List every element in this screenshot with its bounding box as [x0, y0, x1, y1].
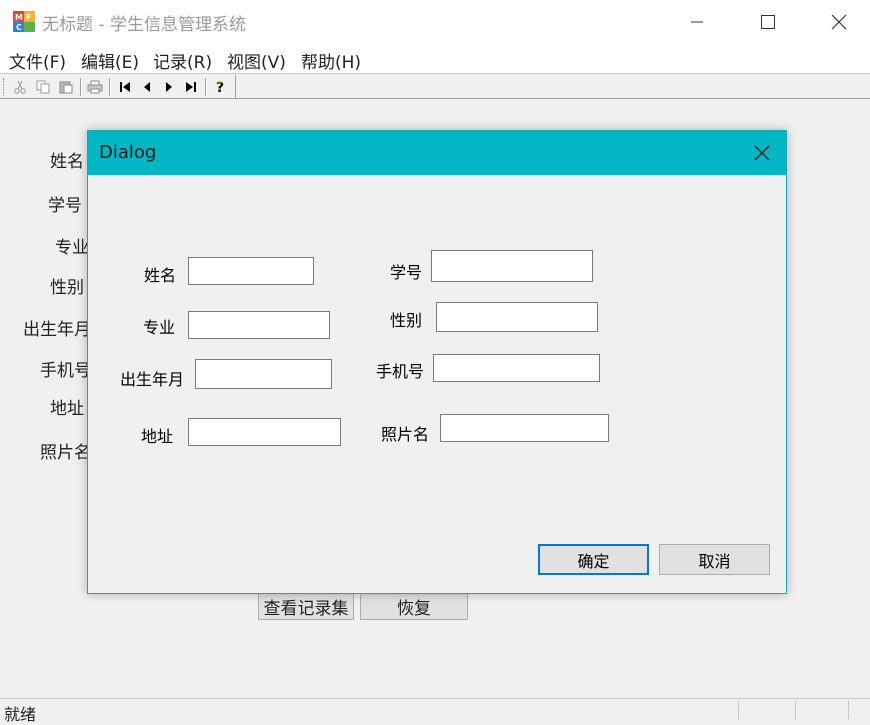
title-bar: M F C 无标题 - 学生信息管理系统: [0, 0, 870, 44]
menu-file[interactable]: 文件(F): [9, 48, 66, 73]
label-address: 地址: [141, 427, 174, 446]
bg-label-gender: 性别: [50, 278, 84, 298]
paste-icon[interactable]: [56, 77, 76, 97]
close-icon: [831, 14, 847, 30]
toolbar-separator: [205, 78, 207, 96]
app-icon: M F C: [12, 9, 36, 33]
toolbar-separator: [80, 78, 82, 96]
label-birth: 出生年月: [120, 370, 185, 389]
status-bar: 就绪: [0, 698, 870, 724]
label-photo: 照片名: [381, 425, 430, 444]
status-pane-divider: [738, 701, 739, 719]
label-student-id: 学号: [390, 263, 423, 282]
dialog-title: Dialog: [99, 142, 157, 163]
name-input[interactable]: [188, 257, 314, 285]
birth-input[interactable]: [195, 359, 332, 389]
label-phone: 手机号: [376, 362, 425, 381]
toolbar-grip[interactable]: [3, 78, 6, 96]
restore-button[interactable]: 恢复: [360, 592, 468, 620]
help-icon[interactable]: ?: [211, 77, 231, 97]
student-id-input[interactable]: [431, 250, 593, 282]
prev-record-icon[interactable]: [137, 77, 157, 97]
menu-view[interactable]: 视图(V): [227, 48, 286, 73]
status-text: 就绪: [4, 705, 37, 724]
toolbar: ?: [0, 75, 870, 99]
bg-label-photo: 照片名: [40, 443, 91, 463]
next-record-icon[interactable]: [159, 77, 179, 97]
status-pane-divider: [848, 701, 849, 719]
dialog-close-button[interactable]: [744, 135, 780, 171]
label-gender: 性别: [390, 311, 423, 330]
menu-edit[interactable]: 编辑(E): [81, 48, 139, 73]
phone-input[interactable]: [433, 354, 600, 382]
svg-text:C: C: [16, 23, 22, 32]
ok-button[interactable]: 确定: [538, 544, 649, 575]
copy-icon[interactable]: [33, 77, 53, 97]
cancel-button[interactable]: 取消: [659, 544, 770, 575]
bg-label-birth: 出生年月: [23, 320, 91, 340]
svg-text:F: F: [26, 13, 31, 22]
window-title: 无标题 - 学生信息管理系统: [42, 15, 246, 35]
menu-record[interactable]: 记录(R): [153, 48, 212, 73]
bg-label-address: 地址: [50, 399, 84, 419]
status-pane-divider: [795, 701, 796, 719]
dialog-window: Dialog 姓名 专业 出生年月 地址 学号 性别 手机号 照片名 确定 取消: [87, 130, 787, 594]
bg-label-name: 姓名: [50, 152, 84, 172]
close-button[interactable]: [814, 0, 864, 44]
toolbar-edge: [235, 75, 236, 99]
cut-icon[interactable]: [10, 77, 30, 97]
svg-text:M: M: [15, 13, 23, 22]
bg-label-phone: 手机号: [40, 361, 91, 381]
photo-input[interactable]: [440, 414, 609, 442]
bg-label-major: 专业: [55, 238, 89, 258]
gender-input[interactable]: [436, 302, 598, 332]
minimize-icon: [691, 21, 703, 23]
menu-bar: 文件(F) 编辑(E) 记录(R) 视图(V) 帮助(H): [0, 44, 870, 74]
maximize-button[interactable]: [743, 0, 793, 44]
label-name: 姓名: [144, 266, 177, 285]
last-record-icon[interactable]: [181, 77, 201, 97]
minimize-button[interactable]: [672, 0, 722, 44]
label-major: 专业: [143, 318, 176, 337]
menu-help[interactable]: 帮助(H): [301, 48, 361, 73]
first-record-icon[interactable]: [115, 77, 135, 97]
close-icon: [754, 145, 770, 161]
address-input[interactable]: [188, 418, 341, 446]
maximize-icon: [761, 15, 775, 29]
major-input[interactable]: [188, 311, 330, 339]
print-icon[interactable]: [85, 77, 105, 97]
toolbar-separator: [109, 78, 111, 96]
bg-label-student-id: 学号: [48, 196, 82, 216]
view-records-button[interactable]: 查看记录集: [258, 592, 354, 620]
dialog-title-bar[interactable]: Dialog: [88, 131, 786, 175]
